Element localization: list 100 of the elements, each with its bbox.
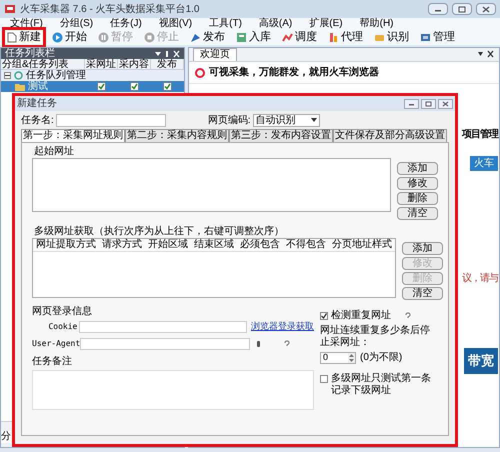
rule-list[interactable]: 网址提取方式 请求方式 开始区域 结束区域 必须包含 不得包含 分页地址样式 xyxy=(32,238,396,298)
field-label: 网址连续重复多少条后停止采网址： xyxy=(320,325,431,349)
menu-item[interactable]: 帮助(H) xyxy=(360,19,394,29)
help-icon[interactable] xyxy=(404,312,412,320)
column-header[interactable]: 分组&任务列表 xyxy=(1,59,85,69)
slogan: 可视采集，万能群发，就用火车浏览器 xyxy=(209,65,379,80)
toolbar-button[interactable]: 调度 xyxy=(280,30,319,45)
user-agent-field[interactable] xyxy=(80,338,250,350)
tab[interactable]: 第三步：发布内容设置 xyxy=(229,129,333,142)
toolbar-icon xyxy=(7,32,17,43)
checkbox[interactable] xyxy=(163,82,172,91)
toolbar-button[interactable]: 代理 xyxy=(326,30,365,45)
column-header[interactable]: 发布 xyxy=(151,59,184,69)
start-url-list[interactable] xyxy=(32,158,391,212)
column-header[interactable]: 采网址 xyxy=(85,59,118,69)
checkbox-label: 多级网址只测试第一条记录下级网址 xyxy=(331,373,432,397)
action-button[interactable]: 添加 xyxy=(402,242,443,255)
action-button[interactable]: 清空 xyxy=(402,287,443,300)
help-icon[interactable] xyxy=(283,340,291,348)
section-label: 多级网址获取（执行次序为从上往下，右键可调整次序） xyxy=(34,226,285,238)
number-spinner[interactable]: 0 xyxy=(320,352,356,364)
maximize-button[interactable] xyxy=(452,3,472,15)
toolbar-icon xyxy=(420,32,431,43)
close-icon xyxy=(482,6,490,12)
close-icon xyxy=(442,100,449,106)
section-heading: 项目管理 xyxy=(462,128,498,142)
column-header[interactable]: 开始区域 xyxy=(148,239,188,251)
menu-item[interactable]: 任务(J) xyxy=(110,19,142,29)
column-header[interactable]: 请求方式 xyxy=(102,239,142,251)
tab[interactable]: 第二步：采集内容规则 xyxy=(125,129,229,142)
menu-item[interactable]: 高级(A) xyxy=(258,19,292,29)
checkbox[interactable] xyxy=(320,375,328,383)
welcome-tab[interactable]: 欢迎页 xyxy=(193,48,237,61)
column-header[interactable]: 分页地址样式 xyxy=(332,239,392,251)
toolbar-button[interactable]: 开始 xyxy=(50,30,89,45)
pin-icon[interactable] xyxy=(256,340,261,348)
section-label: 起始网址 xyxy=(34,146,75,158)
action-button[interactable]: 修改 xyxy=(397,177,438,190)
close-button[interactable] xyxy=(476,3,496,15)
toolbar-icon xyxy=(190,32,201,43)
cookie-field[interactable] xyxy=(79,320,247,333)
action-button[interactable]: 清空 xyxy=(397,207,438,220)
maximize-icon xyxy=(425,100,432,106)
menu-item[interactable]: 扩展(E) xyxy=(309,19,343,29)
field-label: 任务名: xyxy=(21,114,54,128)
column-header[interactable]: 不得包含 xyxy=(286,239,326,251)
checkbox[interactable] xyxy=(130,82,139,91)
close-button[interactable] xyxy=(438,98,453,108)
task-name-field[interactable] xyxy=(56,114,166,126)
checkbox-label: 检测重复网址 xyxy=(331,310,391,322)
menu-item[interactable]: 工具(T) xyxy=(209,19,242,29)
menu-item[interactable]: 分组(S) xyxy=(60,19,94,29)
column-header[interactable]: 网址提取方式 xyxy=(36,239,96,251)
toolbar-button[interactable]: 入库 xyxy=(234,30,273,45)
column-header[interactable]: 必须包含 xyxy=(240,239,280,251)
window-title: 火车采集器 7.6 - 火车头数据采集平台1.0 xyxy=(20,2,200,16)
minimize-icon xyxy=(408,101,415,106)
maximize-button[interactable] xyxy=(421,98,436,108)
field-label: 网页编码: xyxy=(208,114,251,128)
tab-controls-icon[interactable] xyxy=(477,50,495,58)
spin-arrows-icon xyxy=(348,352,355,362)
panel-title: 任务列表栏 xyxy=(5,48,56,58)
minimize-button[interactable] xyxy=(428,3,448,15)
column-header[interactable]: 结束区域 xyxy=(194,239,234,251)
menu-item[interactable]: 视图(V) xyxy=(158,19,192,29)
browser-login-link[interactable]: 浏览器登录获取 xyxy=(251,320,314,334)
tab[interactable]: 第一步：采集网址规则 xyxy=(21,129,125,142)
banner: 带宽 xyxy=(464,348,498,374)
tab[interactable]: 文件保存及部分高级设置 xyxy=(333,129,447,142)
field-label: Cookie xyxy=(47,320,78,333)
app-icon xyxy=(4,3,16,15)
toolbar-button[interactable]: 识别 xyxy=(372,30,411,45)
action-button[interactable]: 删除 xyxy=(397,192,438,205)
checkbox[interactable] xyxy=(320,312,328,320)
toolbar-button[interactable]: 发布 xyxy=(188,30,227,45)
logo-icon xyxy=(195,68,205,78)
field-label: User-Agent xyxy=(32,338,78,350)
toolbar-icon xyxy=(282,32,293,43)
group-icon xyxy=(14,71,23,80)
section-label: 任务备注 xyxy=(32,356,73,368)
toolbar-button[interactable]: 管理 xyxy=(418,30,457,45)
expander[interactable] xyxy=(4,72,11,79)
maximize-icon xyxy=(458,6,466,12)
notice-text: 议，请与 xyxy=(462,272,498,286)
minimize-button[interactable] xyxy=(404,98,419,108)
dialog-title: 新建任务 xyxy=(17,96,58,111)
toolbar-icon xyxy=(328,32,339,43)
panel-tab[interactable]: 分 xyxy=(1,431,11,443)
encoding-dropdown[interactable]: 自动识别 xyxy=(252,114,320,126)
toolbar-button[interactable]: 新建 xyxy=(5,30,43,45)
column-header[interactable]: 采内容 xyxy=(118,59,151,69)
task-label: 测试 xyxy=(28,81,48,92)
toolbar-icon xyxy=(374,32,385,43)
notes-field[interactable] xyxy=(32,370,314,410)
checkbox[interactable] xyxy=(97,82,106,91)
panel-controls-icon[interactable] xyxy=(154,50,180,58)
hint-text: (0为不限) xyxy=(360,350,402,365)
action-button[interactable]: 添加 xyxy=(397,162,438,175)
task-row[interactable]: 测试 xyxy=(1,81,184,92)
caret-icon xyxy=(310,118,317,122)
